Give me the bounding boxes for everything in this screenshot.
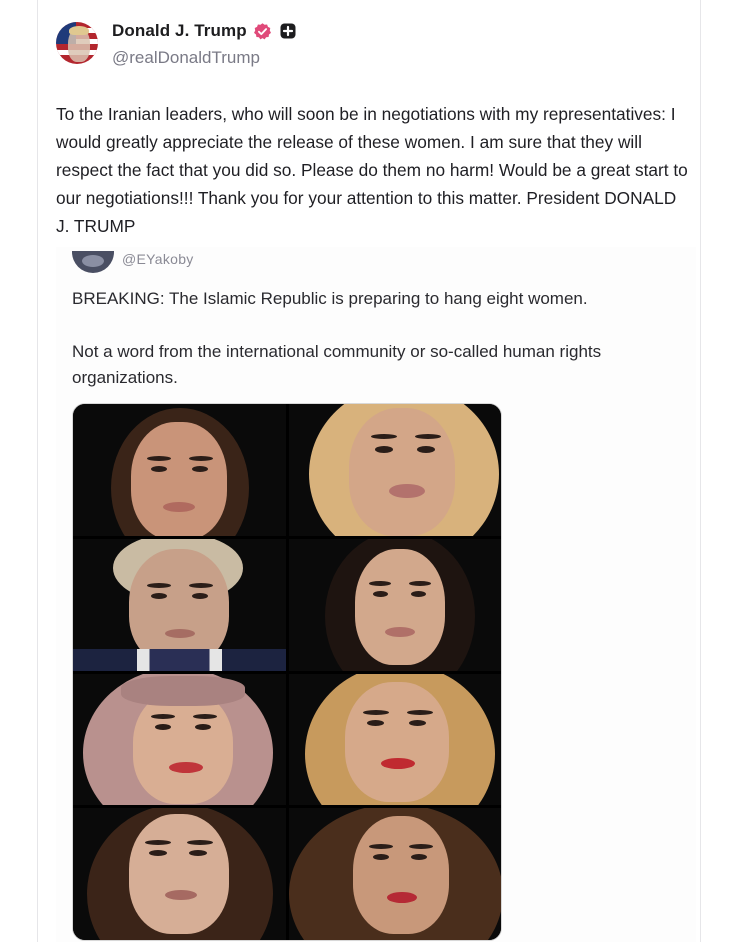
post-header: Donald J. Trump @realDonaldTrump [56, 21, 296, 68]
embed-avatar [72, 251, 114, 273]
display-name[interactable]: Donald J. Trump [112, 21, 247, 41]
embed-breaking-text: BREAKING: The Islamic Republic is prepar… [72, 289, 588, 308]
portrait-8 [288, 808, 501, 940]
post-text: To the Iranian leaders, who will soon be… [56, 104, 688, 236]
embed-body-text: Not a word from the international commun… [72, 342, 602, 387]
portrait-1 [73, 404, 286, 536]
right-border [700, 0, 701, 942]
avatar[interactable] [56, 22, 98, 64]
portrait-3 [73, 538, 286, 671]
portrait-6 [288, 673, 501, 806]
portrait-2 [288, 404, 501, 536]
plus-badge-icon [280, 23, 296, 39]
author-handle[interactable]: @realDonaldTrump [112, 48, 296, 68]
portrait-5 [73, 673, 286, 806]
portrait-7 [73, 808, 286, 940]
left-border [37, 0, 38, 942]
embedded-image[interactable]: @EYakoby BREAKING: The Islamic Republic … [56, 247, 696, 942]
author-names: Donald J. Trump @realDonaldTrump [112, 21, 296, 68]
embed-handle: @EYakoby [122, 251, 194, 267]
photo-grid[interactable] [72, 403, 502, 941]
verified-badge-icon [253, 22, 271, 39]
portrait-4 [288, 538, 501, 671]
